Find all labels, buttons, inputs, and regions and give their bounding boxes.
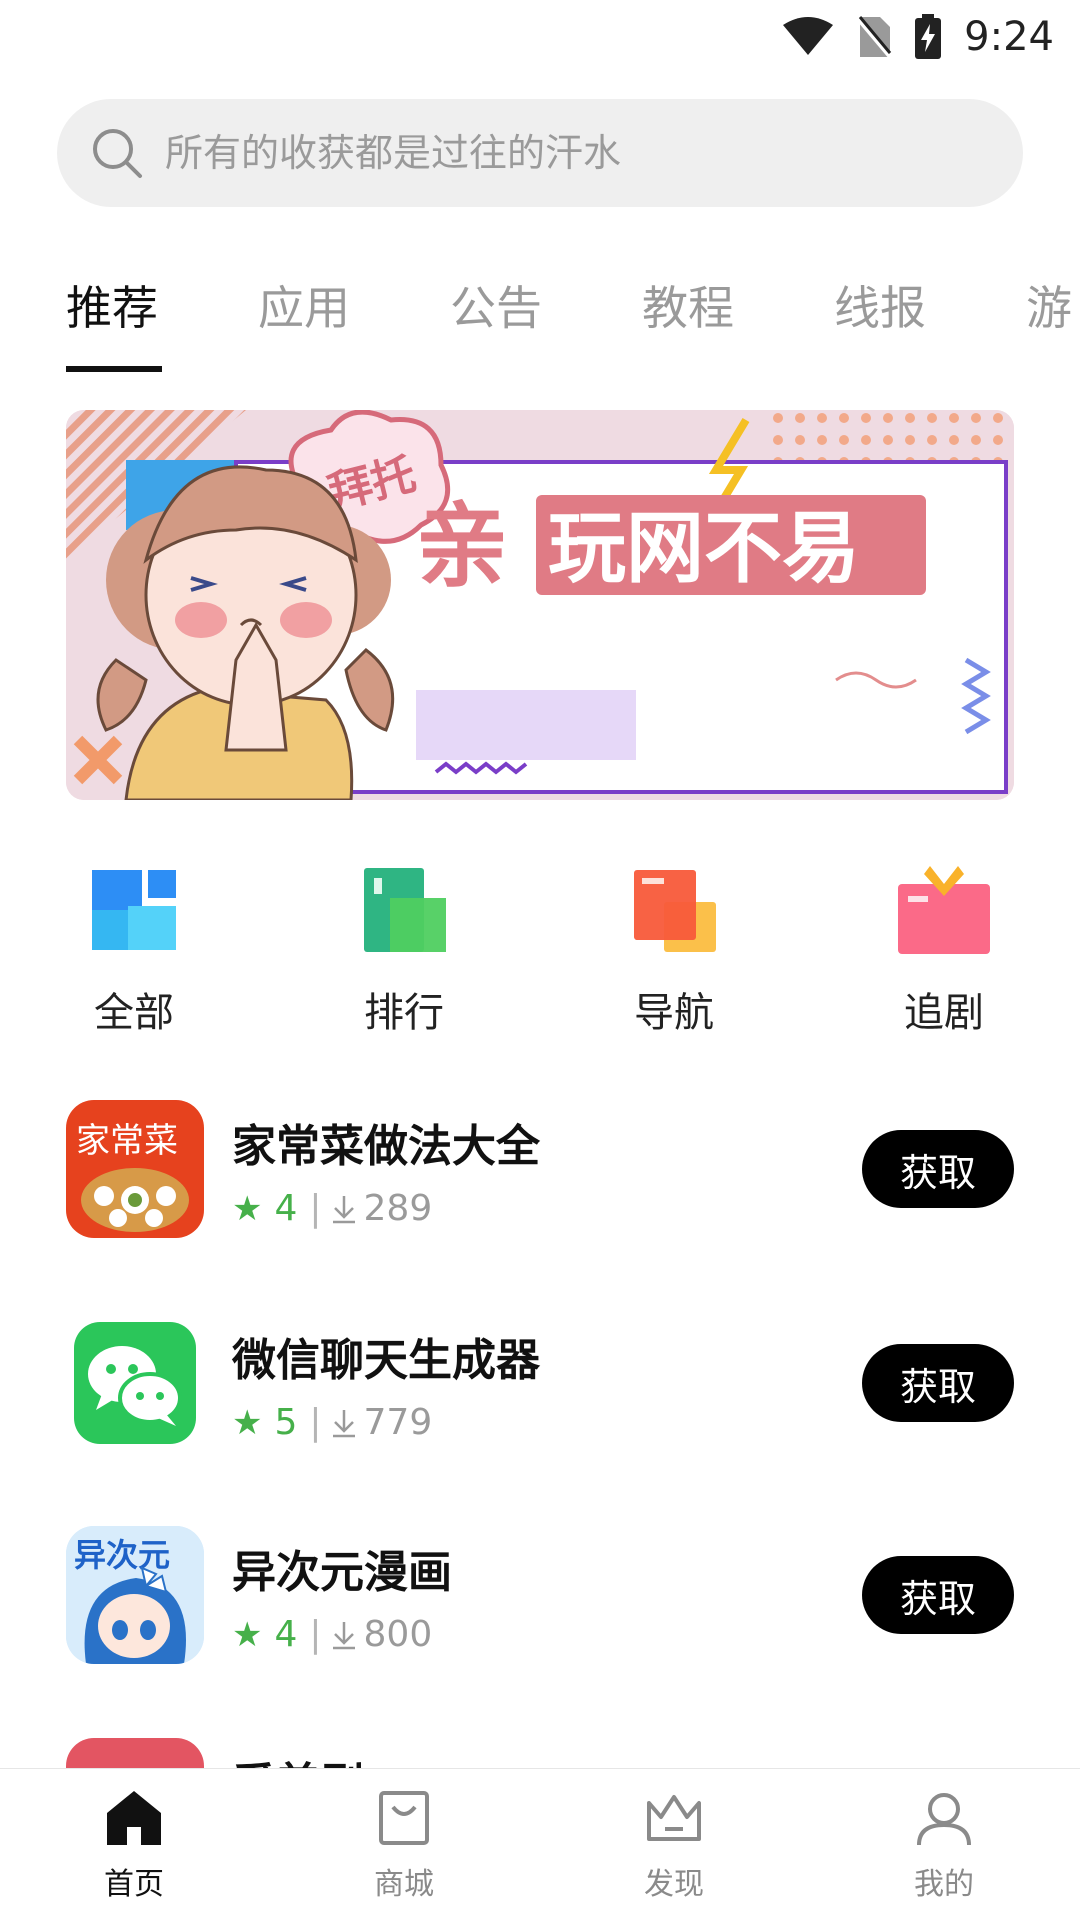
tab-apps[interactable]: 应用: [258, 272, 350, 338]
banner-illustration: 拜托 亲 玩网不易: [66, 410, 1014, 800]
app-downloads: 289: [363, 1188, 433, 1229]
app-rating: 5: [274, 1402, 298, 1443]
app-rating: 4: [274, 1188, 298, 1229]
app-meta: ★ 4 | 800: [232, 1614, 432, 1655]
nav-discover-label: 发现: [644, 1867, 704, 1902]
app-downloads: 779: [363, 1402, 433, 1443]
tab-tutorials[interactable]: 教程: [642, 272, 734, 338]
quick-nav-drama-label: 追剧: [904, 990, 984, 1036]
shopping-bag-icon: [379, 1791, 429, 1845]
bottom-navigation: 首页 商城 发现 我的: [0, 1768, 1080, 1920]
banner-headline-prefix: 亲: [416, 493, 508, 600]
app-list-item[interactable]: 异次元 异次元漫画 ★ 4 | 800 获取: [66, 1526, 1014, 1666]
banner-headline-box: 玩网不易: [548, 504, 860, 594]
meta-separator: |: [309, 1402, 322, 1443]
wechat-app-art: [74, 1322, 196, 1444]
app-name: 家常菜做法大全: [232, 1121, 540, 1172]
tab-announcements[interactable]: 公告: [450, 272, 542, 338]
app-meta: ★ 4 | 289: [232, 1188, 432, 1229]
crown-icon: [647, 1795, 701, 1841]
search-bar[interactable]: [57, 99, 1023, 207]
status-time: 9:24: [964, 14, 1054, 60]
nav-profile-label: 我的: [914, 1867, 974, 1902]
quick-nav-navigation-label: 导航: [634, 990, 714, 1036]
meta-separator: |: [309, 1614, 322, 1655]
get-button[interactable]: 获取: [862, 1556, 1014, 1634]
app-name: 微信聊天生成器: [232, 1335, 540, 1386]
quick-nav-ranking[interactable]: 排行: [324, 862, 484, 1038]
app-icon-recipes[interactable]: 家常菜: [66, 1100, 204, 1238]
ranking-icon: [364, 868, 446, 952]
battery-charging-icon: [915, 14, 942, 59]
quick-nav-all[interactable]: 全部: [54, 862, 214, 1038]
app-icon-comics[interactable]: 异次元: [66, 1526, 204, 1664]
nav-profile[interactable]: 我的: [864, 1787, 1024, 1903]
tab-deals[interactable]: 线报: [834, 272, 926, 338]
app-name: 异次元漫画: [232, 1547, 452, 1598]
status-icons: 9:24: [782, 12, 1054, 62]
home-icon: [107, 1791, 161, 1845]
quick-nav-navigation[interactable]: 导航: [594, 862, 754, 1038]
nav-home-label: 首页: [104, 1867, 164, 1902]
nav-discover[interactable]: 发现: [594, 1787, 754, 1903]
download-icon: [332, 1621, 355, 1649]
tab-games[interactable]: 游: [1026, 272, 1072, 338]
category-tabs: 推荐 应用 公告 教程 线报 游: [0, 262, 1080, 372]
tab-recommend[interactable]: 推荐: [66, 272, 158, 338]
get-button[interactable]: 获取: [862, 1130, 1014, 1208]
grid-icon: [92, 870, 176, 950]
meta-separator: |: [309, 1188, 322, 1229]
tab-active-indicator: [66, 366, 162, 372]
nav-home[interactable]: 首页: [54, 1787, 214, 1903]
app-downloads: 800: [363, 1614, 433, 1655]
app-icon-wechat-generator[interactable]: [66, 1314, 204, 1452]
get-button[interactable]: 获取: [862, 1344, 1014, 1422]
quick-nav-ranking-label: 排行: [364, 990, 444, 1036]
app-icon-text: 家常菜: [76, 1121, 178, 1161]
comics-app-art: 异次元: [66, 1526, 204, 1664]
no-sim-icon: [856, 16, 892, 59]
star-icon: ★: [232, 1614, 263, 1655]
search-input[interactable]: [165, 131, 965, 175]
app-rating: 4: [274, 1614, 298, 1655]
tv-icon: [898, 866, 990, 954]
recipes-app-art: 家常菜: [76, 1121, 189, 1232]
navigation-icon: [634, 870, 716, 952]
wifi-icon: [783, 17, 834, 55]
quick-nav-drama[interactable]: 追剧: [864, 862, 1024, 1038]
status-bar: 9:24: [0, 0, 1080, 72]
app-meta: ★ 5 | 779: [232, 1402, 432, 1443]
download-icon: [332, 1409, 355, 1437]
star-icon: ★: [232, 1402, 263, 1443]
app-icon-text: 异次元: [74, 1536, 170, 1574]
search-icon[interactable]: [91, 127, 143, 179]
star-icon: ★: [232, 1188, 263, 1229]
download-icon: [332, 1195, 355, 1223]
quick-nav-all-label: 全部: [94, 990, 174, 1036]
app-list-item[interactable]: 家常菜 家常菜做法大全 ★ 4 | 289 获取: [66, 1100, 1014, 1240]
app-list-item[interactable]: 微信聊天生成器 ★ 5 | 779 获取: [66, 1314, 1014, 1454]
nav-store[interactable]: 商城: [324, 1787, 484, 1903]
promo-banner[interactable]: 拜托 亲 玩网不易: [66, 410, 1014, 800]
nav-store-label: 商城: [374, 1867, 434, 1902]
user-icon: [917, 1793, 971, 1846]
